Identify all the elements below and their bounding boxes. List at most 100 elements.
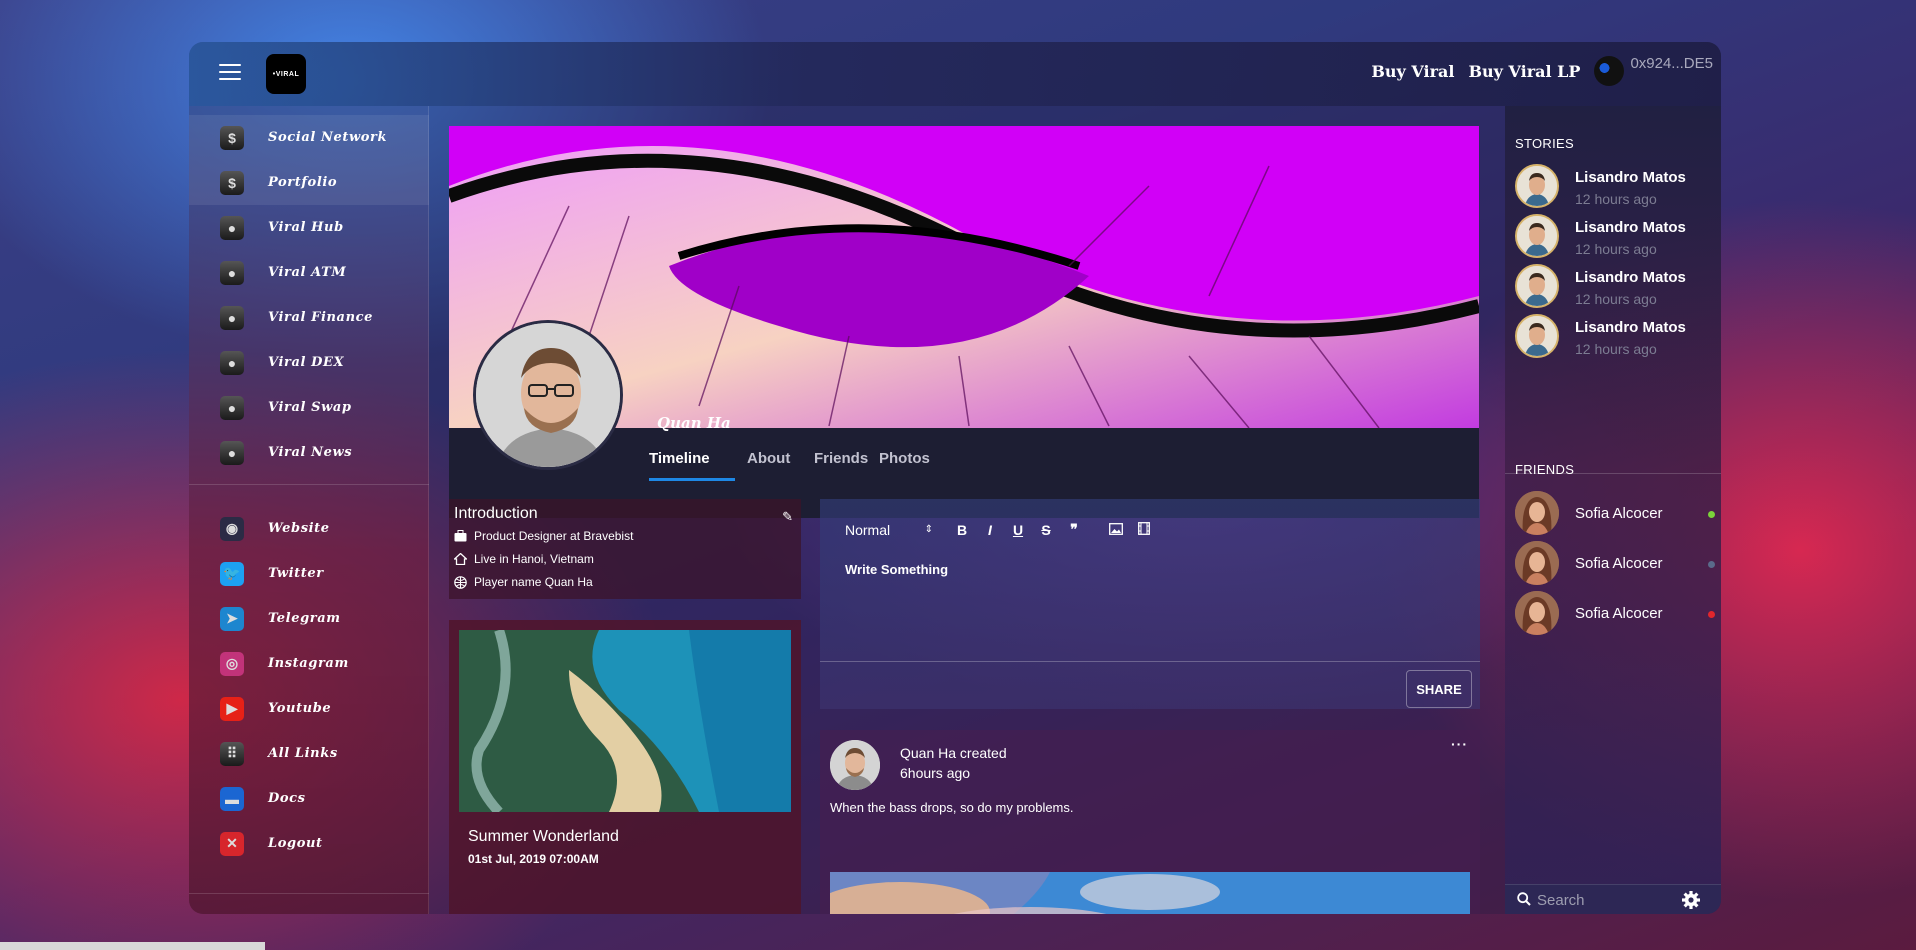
wallet-button[interactable]: 0x924...DE5 [1594, 55, 1713, 86]
chevron-updown-icon: ⇕ [924, 523, 933, 535]
bold-button[interactable]: B [955, 522, 969, 538]
sidebar-item-viral-news[interactable]: ● Viral News [189, 430, 429, 475]
intro-job-text: Product Designer at Bravebist [474, 529, 634, 543]
sidebar-item-youtube[interactable]: ▶ Youtube [189, 686, 429, 731]
post-time: 6hours ago [900, 765, 971, 781]
photo-image[interactable] [459, 630, 791, 812]
buy-viral-lp-link[interactable]: Buy Viral LP [1468, 62, 1580, 81]
sidebar-item-docs[interactable]: ▬ Docs [189, 776, 429, 821]
share-button[interactable]: SHARE [1406, 670, 1472, 708]
photo-title: Summer Wonderland [468, 828, 619, 845]
sidebar-item-label: Docs [268, 791, 306, 806]
sidebar-item-all-links[interactable]: ⠿ All Links [189, 731, 429, 776]
intro-location: Live in Hanoi, Vietnam [454, 552, 796, 566]
story-item[interactable]: Lisandro Matos 12 hours ago [1515, 214, 1715, 262]
story-item[interactable]: Lisandro Matos 12 hours ago [1515, 164, 1715, 212]
profile-name: Quan Ha [657, 414, 731, 432]
story-item[interactable]: Lisandro Matos 12 hours ago [1515, 264, 1715, 312]
format-select[interactable]: Normal ⇕ [845, 522, 933, 538]
sidebar-item-label: Viral ATM [268, 265, 347, 280]
editor-toolbar: Normal ⇕ B I U S ❞ [845, 521, 1151, 538]
quote-icon[interactable]: ❞ [1067, 521, 1081, 538]
twitter-icon: 🐦 [220, 561, 244, 586]
viral-logo[interactable]: •VIRAL [266, 54, 306, 94]
dollar-icon: $ [220, 125, 244, 150]
tab-friends[interactable]: Friends [814, 450, 868, 467]
tab-timeline[interactable]: Timeline [649, 450, 710, 467]
sidebar-item-website[interactable]: ◉ Website [189, 506, 429, 551]
online-status-dot [1708, 611, 1715, 618]
sidebar-item-telegram[interactable]: ➤ Telegram [189, 596, 429, 641]
sidebar-divider [189, 893, 429, 894]
post-editor: Normal ⇕ B I U S ❞ Write Something SHARE [820, 499, 1480, 709]
sidebar-item-viral-finance[interactable]: ● Viral Finance [189, 295, 429, 340]
gear-icon[interactable] [1681, 890, 1701, 910]
photo-card[interactable]: Summer Wonderland 01st Jul, 2019 07:00AM [449, 620, 801, 914]
browser-status-bar [0, 942, 265, 950]
friends-title: FRIENDS [1515, 462, 1575, 477]
story-time: 12 hours ago [1575, 291, 1657, 307]
sidebar-item-logout[interactable]: ✕ Logout [189, 821, 429, 866]
sidebar-item-label: Social Network [268, 130, 388, 145]
sidebar-item-viral-dex[interactable]: ● Viral DEX [189, 340, 429, 385]
home-icon [454, 553, 467, 565]
tab-about[interactable]: About [747, 450, 790, 467]
sidebar-item-viral-swap[interactable]: ● Viral Swap [189, 385, 429, 430]
friend-name: Sofia Alcocer [1575, 605, 1663, 622]
image-icon[interactable] [1109, 522, 1123, 538]
sidebar-item-label: Viral Swap [268, 400, 352, 415]
post-image[interactable] [830, 872, 1470, 914]
intro-job: Product Designer at Bravebist [454, 529, 796, 543]
sidebar-item-label: Instagram [268, 656, 349, 671]
profile-avatar[interactable] [473, 320, 623, 470]
sidebar-item-instagram[interactable]: ◎ Instagram [189, 641, 429, 686]
story-item[interactable]: Lisandro Matos 12 hours ago [1515, 314, 1715, 362]
sidebar-item-label: Website [268, 521, 330, 536]
tab-photos[interactable]: Photos [879, 450, 930, 467]
friend-avatar [1515, 491, 1559, 535]
friend-item[interactable]: Sofia Alcocer [1515, 491, 1715, 537]
sidebar-divider [189, 484, 429, 485]
edit-icon[interactable]: ✎ [782, 509, 793, 525]
globe-icon: ◉ [220, 516, 244, 541]
strike-button[interactable]: S [1039, 522, 1053, 538]
instagram-icon: ◎ [220, 651, 244, 676]
sidebar-item-social-network[interactable]: $ Social Network [189, 115, 429, 160]
post-author-avatar[interactable] [830, 740, 880, 790]
video-icon[interactable] [1137, 521, 1151, 538]
editor-divider [820, 661, 1480, 662]
story-name: Lisandro Matos [1575, 319, 1686, 336]
sidebar-item-label: Telegram [268, 611, 341, 626]
sidebar-item-viral-hub[interactable]: ● Viral Hub [189, 205, 429, 250]
sidebar-item-label: Viral DEX [268, 355, 345, 370]
story-time: 12 hours ago [1575, 191, 1657, 207]
app-frame: •VIRAL Buy Viral Buy Viral LP 0x924...DE… [189, 42, 1721, 914]
telegram-icon: ➤ [220, 606, 244, 631]
sidebar-item-portfolio[interactable]: $ Portfolio [189, 160, 429, 205]
search-input[interactable] [1537, 888, 1677, 912]
friend-item[interactable]: Sofia Alcocer [1515, 591, 1715, 637]
sidebar: $ Social Network $ Portfolio ● Viral Hub ● Vira… [189, 106, 429, 914]
introduction-title: Introduction [454, 505, 538, 522]
sidebar-item-label: All Links [268, 746, 338, 761]
underline-button[interactable]: U [1011, 522, 1025, 538]
editor-input[interactable]: Write Something [845, 562, 948, 577]
friend-item[interactable]: Sofia Alcocer [1515, 541, 1715, 587]
story-name: Lisandro Matos [1575, 169, 1686, 186]
sidebar-item-twitter[interactable]: 🐦 Twitter [189, 551, 429, 596]
story-avatar [1515, 164, 1559, 208]
more-options-icon[interactable]: ··· [1451, 736, 1468, 752]
friend-avatar [1515, 541, 1559, 585]
right-sidebar: STORIES FRIENDS Lisandro Matos 12 hours a… [1505, 106, 1721, 914]
sidebar-item-viral-atm[interactable]: ● Viral ATM [189, 250, 429, 295]
online-status-dot [1708, 511, 1715, 518]
wallet-avatar [1594, 56, 1625, 86]
sidebar-item-label: Youtube [268, 701, 332, 716]
stories-title: STORIES [1515, 136, 1574, 151]
italic-button[interactable]: I [983, 522, 997, 538]
menu-icon[interactable] [219, 64, 241, 82]
buy-viral-link[interactable]: Buy Viral [1371, 62, 1454, 81]
sidebar-item-label: Logout [268, 836, 323, 851]
introduction-card: Introduction ✎ Product Designer at Brave… [449, 499, 801, 599]
active-tab-indicator [649, 478, 735, 481]
